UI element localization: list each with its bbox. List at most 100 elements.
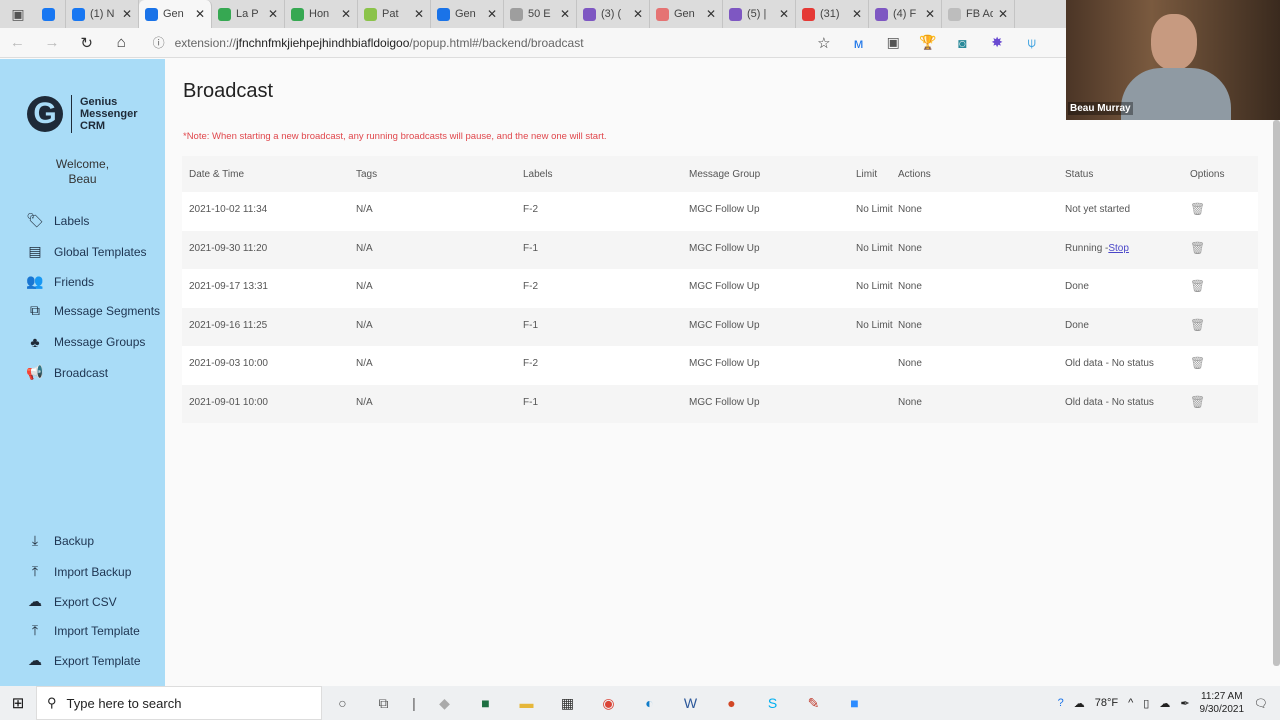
- extension-icon[interactable]: ◙: [945, 35, 980, 51]
- notifications-icon[interactable]: 🗨: [1254, 697, 1268, 710]
- browser-tab[interactable]: Pat ✕: [358, 0, 431, 28]
- browser-tab[interactable]: 50 E ✕: [504, 0, 577, 28]
- stop-link[interactable]: Stop: [1108, 243, 1129, 254]
- cell-labels: F-1: [523, 319, 538, 331]
- sidebar-item-export-template[interactable]: ☁ Export Template: [26, 652, 141, 669]
- sidebar-item-labels[interactable]: 🏷 Labels: [26, 212, 89, 229]
- browser-tab[interactable]: La P ✕: [212, 0, 285, 28]
- close-tab-icon[interactable]: ✕: [998, 7, 1008, 21]
- weather-icon[interactable]: ☁: [1074, 697, 1085, 710]
- sidebar-item-message-groups[interactable]: ♣ Message Groups: [26, 334, 145, 350]
- sidebar-item-message-segments[interactable]: ⧉ Message Segments: [26, 302, 160, 319]
- extension-icon[interactable]: ⍦: [1014, 34, 1049, 51]
- tab-title: (1) N: [90, 8, 115, 20]
- close-tab-icon[interactable]: ✕: [633, 7, 643, 21]
- sidebar-item-broadcast[interactable]: 📢 Broadcast: [26, 364, 108, 381]
- excel-icon[interactable]: ■: [465, 695, 506, 711]
- delete-trash-icon[interactable]: 🗑: [1190, 241, 1205, 255]
- browser-tab[interactable]: Gen ✕: [139, 0, 212, 28]
- cell-actions: None: [898, 396, 922, 408]
- cloud-download-icon: ☁: [28, 593, 42, 609]
- sidebar-item-global-templates[interactable]: ▤ Global Templates: [26, 243, 146, 260]
- broadcast-note: *Note: When starting a new broadcast, an…: [183, 131, 607, 142]
- close-tab-icon[interactable]: ✕: [268, 7, 278, 21]
- close-tab-icon[interactable]: ✕: [706, 7, 716, 21]
- delete-trash-icon[interactable]: 🗑: [1190, 356, 1205, 370]
- task-view-icon[interactable]: ⧉: [363, 695, 404, 712]
- browser-tab[interactable]: [36, 0, 66, 28]
- sidebar-item-label: Friends: [54, 274, 95, 289]
- skype-icon[interactable]: S: [752, 695, 793, 711]
- scrollbar[interactable]: [1273, 120, 1280, 666]
- trophy-extension-icon[interactable]: 🏆: [911, 34, 946, 51]
- sidebar-item-import-backup[interactable]: ⤒ Import Backup: [26, 563, 131, 580]
- cortana-icon[interactable]: ○: [322, 695, 363, 711]
- browser-tab[interactable]: (1) N ✕: [66, 0, 139, 28]
- delete-trash-icon[interactable]: 🗑: [1190, 202, 1205, 216]
- delete-trash-icon[interactable]: 🗑: [1190, 395, 1205, 409]
- extension-icon[interactable]: ▣: [876, 34, 911, 51]
- close-tab-icon[interactable]: ✕: [487, 7, 497, 21]
- close-tab-icon[interactable]: ✕: [560, 7, 570, 21]
- cell-date: 2021-09-16 11:25: [189, 319, 268, 331]
- delete-trash-icon[interactable]: 🗑: [1190, 318, 1205, 332]
- chat-icon: ▤: [28, 243, 42, 259]
- browser-tab[interactable]: (3) (✕: [577, 0, 650, 28]
- clock-time: 11:27 AM: [1201, 691, 1243, 702]
- url-field[interactable]: ⓘ extension://jfnchnfmkjiehpejhindhbiafl…: [147, 31, 807, 55]
- cell-tags: N/A: [356, 281, 373, 292]
- sidebar-item-label: Export CSV: [54, 594, 117, 609]
- onedrive-icon[interactable]: ☁: [1159, 697, 1170, 710]
- app-icon[interactable]: ◆: [424, 695, 465, 712]
- zoom-icon[interactable]: ■: [834, 695, 875, 711]
- browser-tab[interactable]: Hon ✕: [285, 0, 358, 28]
- window-menu-icon[interactable]: ▣: [0, 0, 36, 28]
- close-tab-icon[interactable]: ✕: [195, 7, 205, 21]
- battery-icon[interactable]: ▯: [1143, 697, 1149, 710]
- favorites-star-icon[interactable]: ☆: [807, 34, 842, 52]
- taskbar-search[interactable]: ⚲ Type here to search: [36, 686, 322, 720]
- close-tab-icon[interactable]: ✕: [852, 7, 862, 21]
- status-text: Old data - No status: [1065, 358, 1154, 369]
- edge-icon[interactable]: ◐: [629, 695, 670, 711]
- close-tab-icon[interactable]: ✕: [122, 7, 132, 21]
- store-icon[interactable]: ▦: [547, 695, 588, 712]
- weather-temp[interactable]: 78°F: [1095, 697, 1118, 709]
- browser-tab[interactable]: Gen ✕: [431, 0, 504, 28]
- sidebar-item-backup[interactable]: ⤓ Backup: [26, 532, 94, 549]
- back-button[interactable]: ←: [0, 34, 35, 51]
- forward-button[interactable]: →: [35, 34, 70, 51]
- chrome-icon[interactable]: ◉: [588, 695, 629, 712]
- extension-icon[interactable]: ✸: [980, 34, 1015, 51]
- powerpoint-icon[interactable]: ●: [711, 695, 752, 711]
- paint-icon[interactable]: ✎: [793, 695, 834, 712]
- clock[interactable]: 11:27 AM 9/30/2021: [1200, 690, 1245, 716]
- browser-tab[interactable]: (5) | ✕: [723, 0, 796, 28]
- sidebar-item-friends[interactable]: 👥 Friends: [26, 273, 94, 290]
- extension-icon[interactable]: ᴍ: [841, 35, 876, 51]
- close-tab-icon[interactable]: ✕: [341, 7, 351, 21]
- close-tab-icon[interactable]: ✕: [925, 7, 935, 21]
- browser-tab[interactable]: (4) F ✕: [869, 0, 942, 28]
- tab-title: FB Ad: [966, 8, 993, 20]
- welcome-text: Welcome, Beau: [0, 157, 165, 187]
- tag-icon: 🏷: [26, 212, 44, 228]
- word-icon[interactable]: W: [670, 695, 711, 711]
- file-explorer-icon[interactable]: ▬: [506, 695, 547, 711]
- browser-tab[interactable]: FB Ad ✕: [942, 0, 1015, 28]
- pen-icon[interactable]: ✒: [1180, 697, 1189, 710]
- browser-tab[interactable]: Gen ✕: [650, 0, 723, 28]
- sidebar-item-export-csv[interactable]: ☁ Export CSV: [26, 593, 117, 610]
- windows-start-icon[interactable]: ⊞: [0, 694, 36, 712]
- reload-button[interactable]: ↻: [69, 34, 104, 52]
- chevron-up-icon[interactable]: ^: [1128, 697, 1133, 709]
- info-icon[interactable]: ⓘ: [153, 34, 165, 51]
- sidebar-item-import-template[interactable]: ⤒ Import Template: [26, 622, 140, 639]
- close-tab-icon[interactable]: ✕: [414, 7, 424, 21]
- home-button[interactable]: ⌂: [104, 34, 139, 51]
- close-tab-icon[interactable]: ✕: [779, 7, 789, 21]
- help-icon[interactable]: ?: [1058, 697, 1064, 709]
- cell-message-group: MGC Follow Up: [689, 204, 760, 215]
- browser-tab[interactable]: (31) ✕: [796, 0, 869, 28]
- delete-trash-icon[interactable]: 🗑: [1190, 279, 1205, 293]
